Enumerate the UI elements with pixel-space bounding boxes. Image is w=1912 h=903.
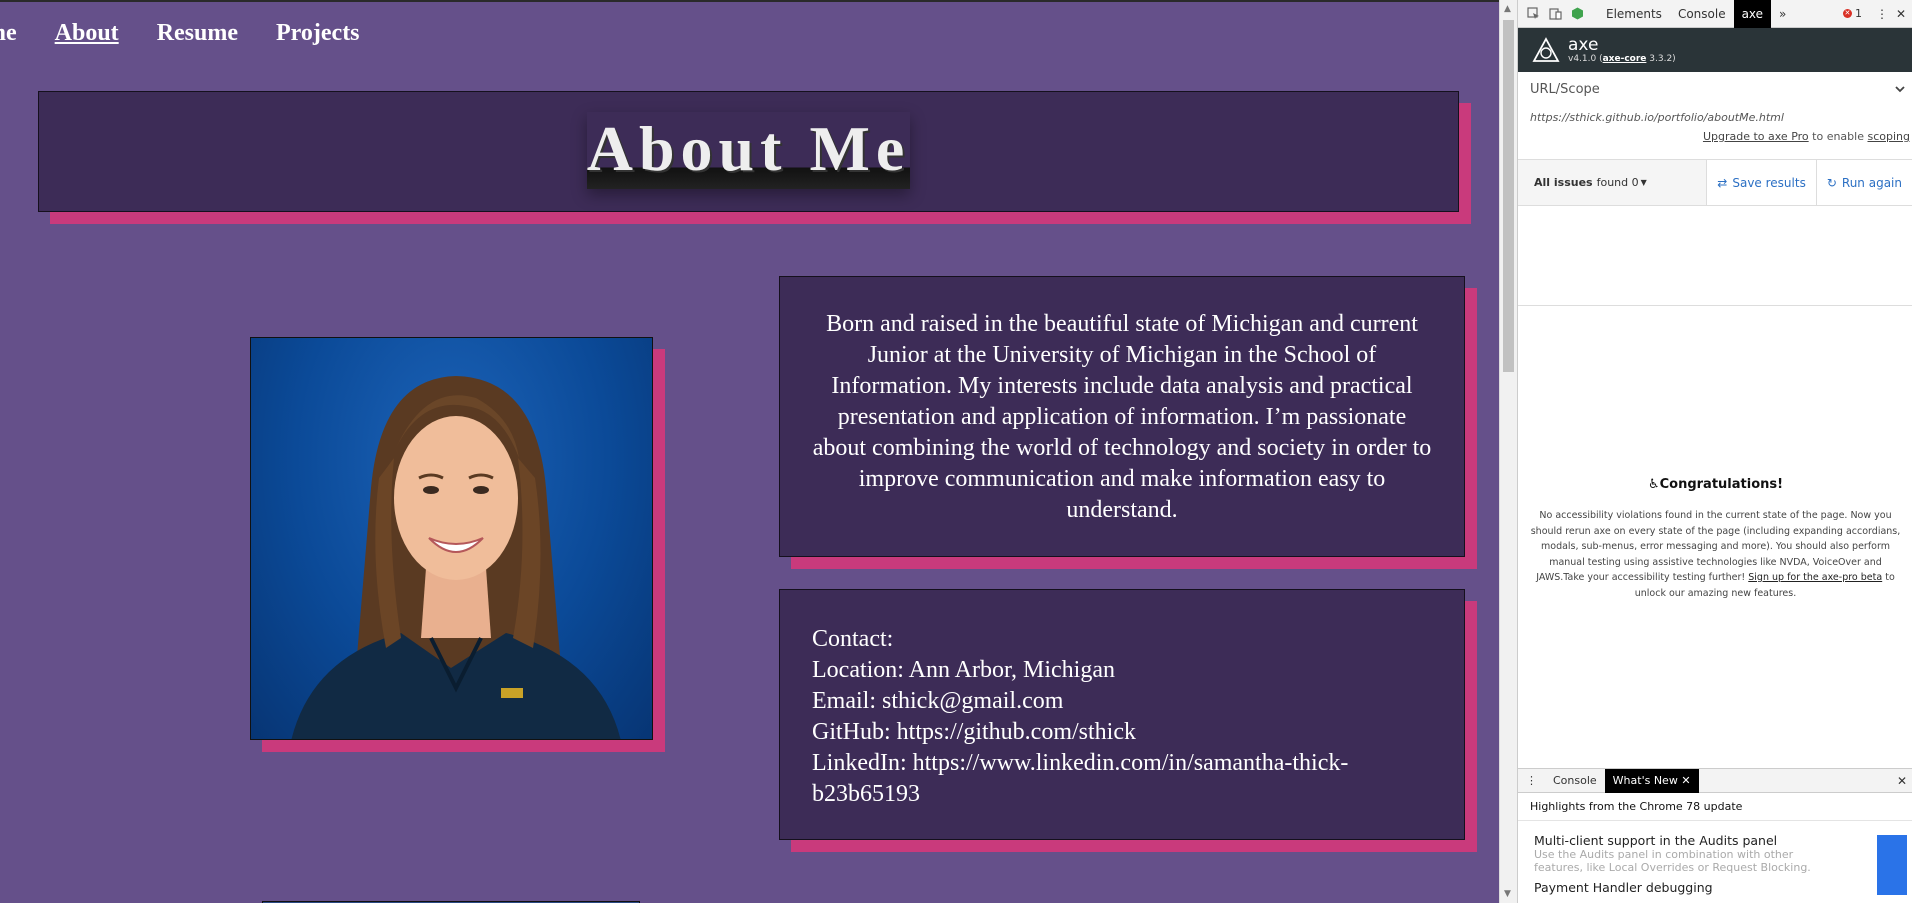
refresh-icon: ↻ [1826,175,1837,190]
whats-new-list: Multi-client support in the Audits panel… [1518,821,1912,903]
nav-about-link[interactable]: About [55,20,119,47]
run-again-button[interactable]: ↻ Run again [1815,160,1912,205]
drawer-tab-whats-new[interactable]: What's New ✕ [1604,768,1699,793]
page-viewport: ome About Resume Projects About Me [0,0,1499,903]
save-arrows-icon: ⇄ [1717,175,1728,190]
tab-elements[interactable]: Elements [1598,0,1670,28]
profile-photo [250,337,653,740]
congrats-body: No accessibility violations found in the… [1530,510,1901,599]
issues-label: All issues [1534,176,1593,189]
contact-heading: Contact: [812,626,894,652]
close-tab-icon[interactable]: ✕ [1681,774,1690,787]
chevron-down-icon[interactable] [1894,83,1906,95]
contact-location: Location: Ann Arbor, Michigan [812,657,1115,683]
axe-header: axe v4.1.0 (axe-core 3.3.2) [1518,28,1912,72]
feature-description: Use the Audits panel in combination with… [1534,848,1811,874]
axe-title: axe [1568,35,1599,55]
run-again-label: Run again [1841,175,1902,190]
error-counter[interactable]: ✕ 1 [1842,7,1862,20]
axe-core-link[interactable]: axe-core [1603,54,1647,64]
portrait-illustration [291,376,621,739]
scoping-link[interactable]: scoping [1867,130,1910,143]
save-results-button[interactable]: ⇄ Save results [1706,160,1816,205]
feature-title[interactable]: Payment Handler debugging [1534,880,1897,895]
contact-linkedin: LinkedIn: https://www.linkedin.com/in/sa… [812,750,1349,807]
nav-projects-link[interactable]: Projects [276,20,360,47]
inspect-element-icon[interactable] [1527,7,1540,20]
page-scrollbar[interactable]: ▲ ▼ [1499,0,1517,903]
issues-count: found 0 [1596,176,1639,189]
bio-card: Born and raised in the beautiful state o… [779,276,1465,557]
scroll-down-icon[interactable]: ▼ [1504,889,1511,899]
axe-logo-icon [1532,37,1560,62]
scroll-thumb[interactable] [1503,20,1514,372]
scope-title[interactable]: URL/Scope [1530,82,1900,97]
devtools-menu-icon[interactable]: ⋮ [1870,7,1894,21]
tab-console[interactable]: Console [1670,0,1734,28]
upgrade-link[interactable]: Upgrade to axe Pro [1703,130,1809,143]
congratulations-message: ♿Congratulations! No accessibility viola… [1518,477,1912,601]
bio-text: Born and raised in the beautiful state o… [812,311,1432,523]
scope-url: https://sthick.github.io/portfolio/about… [1530,111,1784,124]
drawer-close-icon[interactable]: ✕ [1897,774,1907,788]
contact-card: Contact: Location: Ann Arbor, Michigan E… [779,589,1465,840]
feature-thumbnail [1877,835,1907,895]
scroll-up-icon[interactable]: ▲ [1504,4,1511,14]
upgrade-note: Upgrade to axe Pro to enable scoping [1702,130,1910,143]
more-tabs-icon[interactable]: » [1771,0,1794,28]
congrats-title: ♿Congratulations! [1647,477,1784,492]
page-title: About Me [39,112,1458,189]
feature-title[interactable]: Multi-client support in the Audits panel [1534,833,1897,848]
page-title-text: About Me [586,112,911,189]
whats-new-heading: Highlights from the Chrome 78 update [1518,793,1912,821]
tab-axe[interactable]: axe [1733,0,1772,28]
axe-toolbar: All issues found 0 ▼ ⇄ Save results ↻ Ru… [1518,160,1912,206]
device-toolbar-icon[interactable] [1549,7,1562,20]
contact-github: GitHub: https://github.com/sthick [812,719,1136,745]
devtools-close-icon[interactable]: ✕ [1894,7,1912,21]
devtools-drawer: ⋮ Console What's New ✕ ✕ Highlights from… [1518,768,1912,903]
extension-hexagon-icon[interactable] [1571,7,1584,20]
accessibility-icon: ♿ [1647,477,1660,492]
axe-version: v4.1.0 (axe-core 3.3.2) [1568,54,1676,64]
contact-email: Email: sthick@gmail.com [812,688,1064,714]
save-results-label: Save results [1732,175,1806,190]
drawer-tabbar: ⋮ Console What's New ✕ ✕ [1518,768,1912,793]
url-scope-section: URL/Scope https://sthick.github.io/portf… [1518,72,1912,160]
error-count-value: 1 [1854,7,1862,20]
axe-pro-beta-link[interactable]: Sign up for the axe-pro beta [1748,572,1882,583]
results-header-area [1518,206,1912,306]
caret-down-icon: ▼ [1640,178,1647,187]
nav-home-link[interactable]: ome [0,20,17,47]
title-banner: About Me [38,91,1459,212]
drawer-menu-icon[interactable]: ⋮ [1518,769,1545,793]
error-icon: ✕ [1842,9,1852,18]
site-nav: ome About Resume Projects [0,20,360,47]
drawer-tab-console[interactable]: Console [1545,769,1605,793]
devtools-panel: Elements Console axe » ✕ 1 ⋮ ✕ axe v4.1.… [1517,0,1912,903]
issues-filter-dropdown[interactable]: All issues found 0 ▼ [1518,160,1706,205]
nav-resume-link[interactable]: Resume [157,20,238,47]
devtools-tabbar: Elements Console axe » ✕ 1 ⋮ ✕ [1518,0,1912,28]
